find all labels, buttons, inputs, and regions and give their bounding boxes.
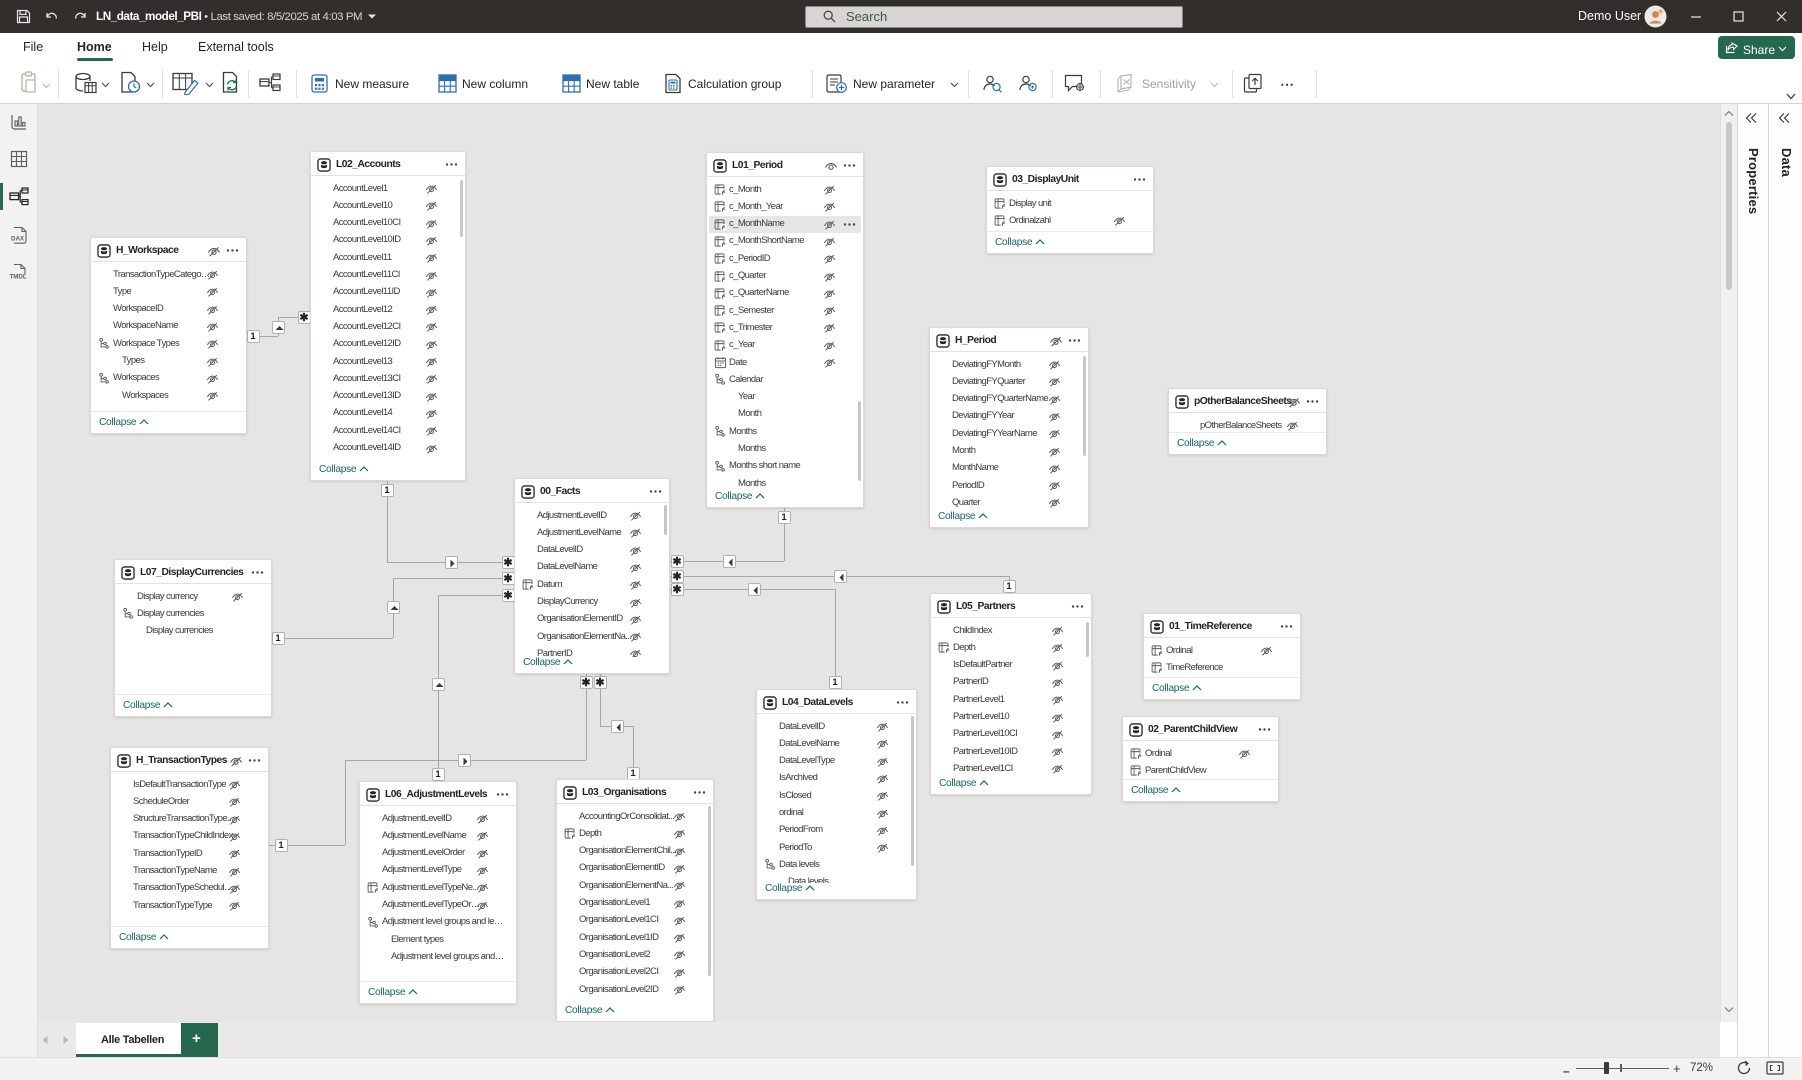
svg-text:DAX: DAX	[11, 236, 25, 243]
svg-text:TMDL: TMDL	[10, 274, 27, 281]
